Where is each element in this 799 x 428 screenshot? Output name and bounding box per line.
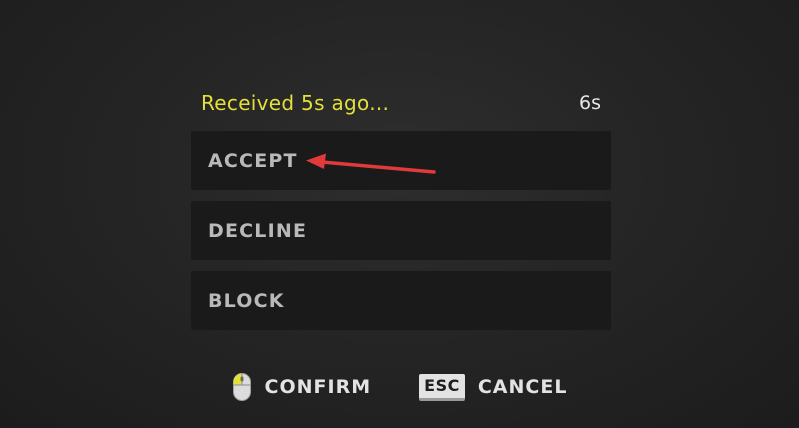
cancel-button[interactable]: ESC CANCEL [419,373,568,401]
invite-dialog: Received 5s ago... 6s ACCEPT DECLINE BLO… [191,88,611,341]
dialog-header: Received 5s ago... 6s [191,88,611,118]
mouse-left-click-icon [232,372,252,402]
accept-label: ACCEPT [208,149,298,172]
confirm-label: CONFIRM [264,376,372,398]
block-label: BLOCK [208,289,285,312]
footer-controls: CONFIRM ESC CANCEL [0,370,799,404]
countdown-timer: 6s [579,92,601,114]
received-status: Received 5s ago... [201,91,390,115]
block-button[interactable]: BLOCK [191,271,611,330]
esc-key-icon: ESC [419,373,465,401]
cancel-label: CANCEL [477,376,568,398]
decline-label: DECLINE [208,219,308,242]
decline-button[interactable]: DECLINE [191,201,611,260]
confirm-button[interactable]: CONFIRM [232,372,372,402]
accept-button[interactable]: ACCEPT [191,131,611,190]
